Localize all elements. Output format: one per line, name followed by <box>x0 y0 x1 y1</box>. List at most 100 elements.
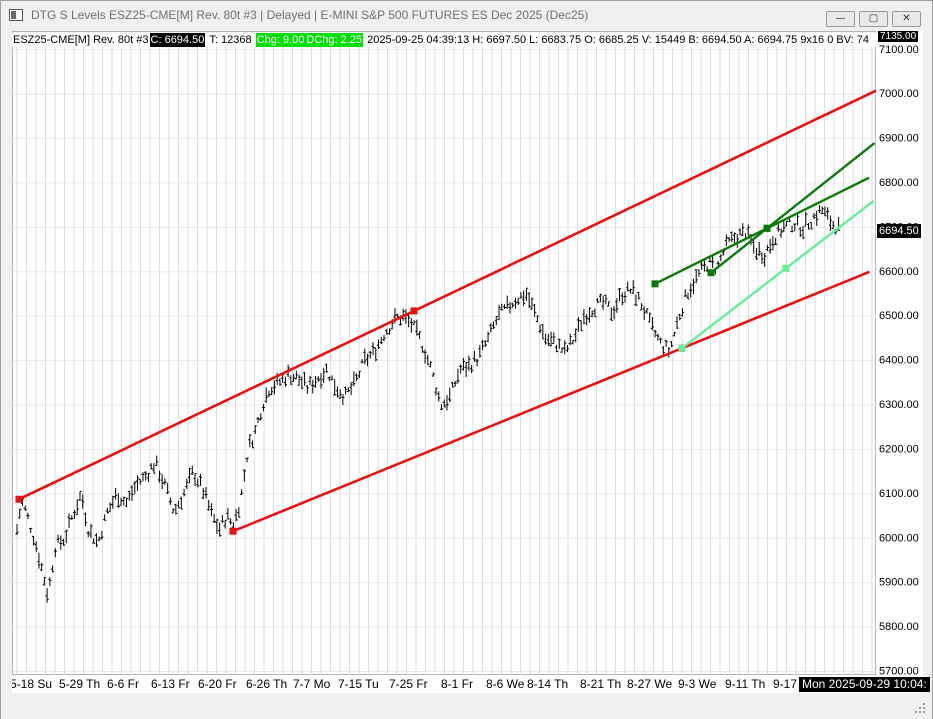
price-bar <box>297 374 301 386</box>
price-bar <box>448 387 452 403</box>
price-bar <box>656 333 660 341</box>
price-bar <box>617 288 622 302</box>
price-bar <box>779 228 783 238</box>
price-bar <box>711 255 715 269</box>
price-bar <box>338 389 342 400</box>
resize-grip-icon[interactable] <box>913 701 927 715</box>
price-bar <box>294 370 298 380</box>
close-button[interactable]: ✕ <box>892 11 921 27</box>
price-bar <box>218 522 222 537</box>
time-tick-label: 6-13 Fr <box>151 677 190 691</box>
price-bar <box>53 548 57 558</box>
price-bar <box>105 507 109 514</box>
price-bar <box>409 318 413 333</box>
price-bar <box>491 321 496 329</box>
time-tick-label: 6-20 Fr <box>198 677 237 691</box>
price-bar <box>144 471 148 481</box>
price-bar <box>209 503 214 517</box>
price-bar <box>124 497 129 508</box>
price-bar <box>672 331 676 337</box>
price-bar <box>574 328 578 343</box>
price-bar <box>70 515 74 521</box>
chart-plot-area[interactable] <box>12 31 877 676</box>
price-bar <box>423 349 427 364</box>
time-tick-label: 9-3 We <box>678 677 717 691</box>
price-chart[interactable] <box>13 32 877 676</box>
price-bar <box>333 379 337 396</box>
price-bar <box>171 508 175 514</box>
minimize-button[interactable]: — <box>826 11 855 27</box>
price-bar <box>242 469 246 482</box>
price-bar <box>804 211 808 227</box>
time-tick-label: 8-6 We <box>486 677 525 691</box>
time-tick-label: 9-17 <box>773 677 797 691</box>
time-tick-label: 8-14 Th <box>527 677 568 691</box>
price-bar <box>48 577 52 587</box>
price-bar <box>478 344 482 358</box>
price-bar <box>379 336 383 345</box>
price-bar <box>464 361 468 378</box>
price-bar <box>683 289 687 297</box>
price-bar <box>565 344 570 353</box>
green-line-lower-anchor <box>651 280 659 288</box>
price-bar <box>229 518 233 525</box>
price-bar <box>768 238 772 254</box>
price-bar <box>543 333 548 345</box>
light-green-line-anchor <box>678 344 686 352</box>
price-bar <box>511 302 515 308</box>
price-bar <box>730 231 734 243</box>
price-bar <box>248 434 252 448</box>
time-tick-label: 8-27 We <box>627 677 672 691</box>
price-bar <box>374 347 378 362</box>
price-bar <box>135 475 140 492</box>
price-bar <box>174 503 178 515</box>
price-bar <box>637 292 641 300</box>
price-bar <box>604 294 608 305</box>
channel-lower-line-anchor <box>229 527 237 535</box>
price-tick-label: 6300.00 <box>879 399 919 411</box>
price-bar <box>344 386 348 395</box>
price-bar <box>215 518 219 534</box>
price-bar <box>352 371 356 387</box>
time-tick-label: 6-6 Fr <box>107 677 139 691</box>
price-bar <box>639 303 644 311</box>
quote-details: 2025-09-25 04:39:13 H: 6697.50 L: 6683.7… <box>367 34 870 46</box>
price-bar <box>626 281 630 292</box>
price-bar <box>146 472 151 483</box>
price-bar <box>220 514 225 524</box>
price-bar <box>278 378 282 387</box>
price-bar <box>412 320 416 325</box>
price-bar <box>45 588 49 603</box>
price-bar <box>376 339 381 349</box>
price-tick-label: 6800.00 <box>879 177 919 189</box>
price-bar <box>502 304 507 309</box>
price-bar <box>341 394 345 405</box>
price-bar <box>763 252 767 267</box>
price-bar <box>86 531 90 538</box>
price-bar <box>782 220 786 233</box>
green-line-upper-anchor <box>707 269 715 277</box>
channel-upper-line-anchor <box>15 495 23 503</box>
price-bar <box>368 350 372 359</box>
price-bar <box>179 496 183 510</box>
time-axis[interactable]: 5-18 Su 5-29 Th 6-6 Fr 6-13 Fr 6-20 Fr 6-26 T… <box>10 675 923 693</box>
price-bar <box>450 381 455 388</box>
price-bar <box>623 291 627 303</box>
price-bar <box>571 339 575 345</box>
price-bar <box>382 334 386 342</box>
price-axis[interactable]: 5700.00 5800.00 5900.00 6000.00 6100.00 6200.… <box>876 31 923 678</box>
price-bar <box>538 324 542 334</box>
price-bar <box>815 210 819 227</box>
price-bar <box>363 348 367 365</box>
chart-window: DTG S Levels ESZ25-CME[M] Rev. 80t #3 | … <box>0 0 933 719</box>
price-bar <box>680 308 685 317</box>
price-tick-label: 5800.00 <box>879 621 919 633</box>
price-bar <box>127 490 131 501</box>
price-bar <box>176 501 181 509</box>
maximize-button[interactable]: ▢ <box>859 11 888 27</box>
price-bar <box>741 223 745 237</box>
green-line-upper-anchor <box>763 224 771 232</box>
price-bar <box>92 538 96 544</box>
title-bar[interactable]: DTG S Levels ESZ25-CME[M] Rev. 80t #3 | … <box>1 1 932 29</box>
price-tick-label: 7000.00 <box>879 88 919 100</box>
